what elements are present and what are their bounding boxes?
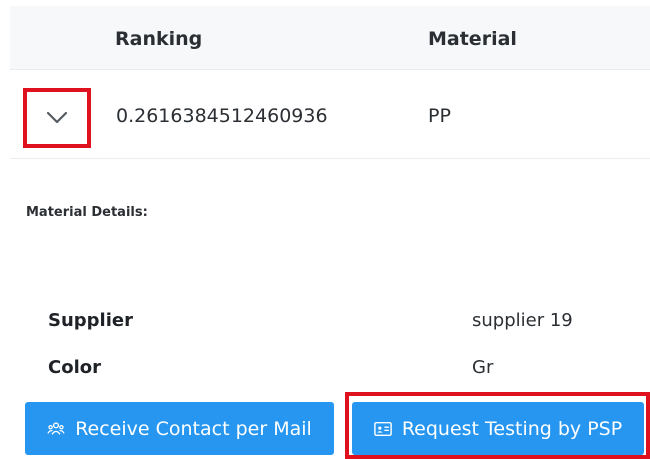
material-results-page: Ranking Material 0.2616384512460936 PP M… xyxy=(0,0,650,459)
chevron-down-icon xyxy=(46,111,68,124)
supplier-label: Supplier xyxy=(48,310,133,331)
table-row[interactable]: 0.2616384512460936 PP xyxy=(10,71,650,159)
id-card-icon xyxy=(373,421,392,436)
color-label: Color xyxy=(48,357,101,378)
supplier-value: supplier 19 xyxy=(472,310,573,331)
material-details-title: Material Details: xyxy=(26,205,148,220)
ranking-value: 0.2616384512460936 xyxy=(116,105,328,127)
team-icon xyxy=(47,421,65,435)
receive-contact-button[interactable]: Receive Contact per Mail xyxy=(25,402,334,455)
color-value: Gr xyxy=(472,357,494,378)
expand-row-button[interactable] xyxy=(23,88,91,148)
material-value: PP xyxy=(428,105,451,127)
column-header-ranking[interactable]: Ranking xyxy=(115,28,202,50)
receive-contact-label: Receive Contact per Mail xyxy=(75,417,312,440)
column-header-material[interactable]: Material xyxy=(428,28,517,50)
request-testing-label: Request Testing by PSP xyxy=(401,417,623,440)
table-header: Ranking Material xyxy=(10,6,650,70)
request-testing-button[interactable]: Request Testing by PSP xyxy=(352,402,644,455)
